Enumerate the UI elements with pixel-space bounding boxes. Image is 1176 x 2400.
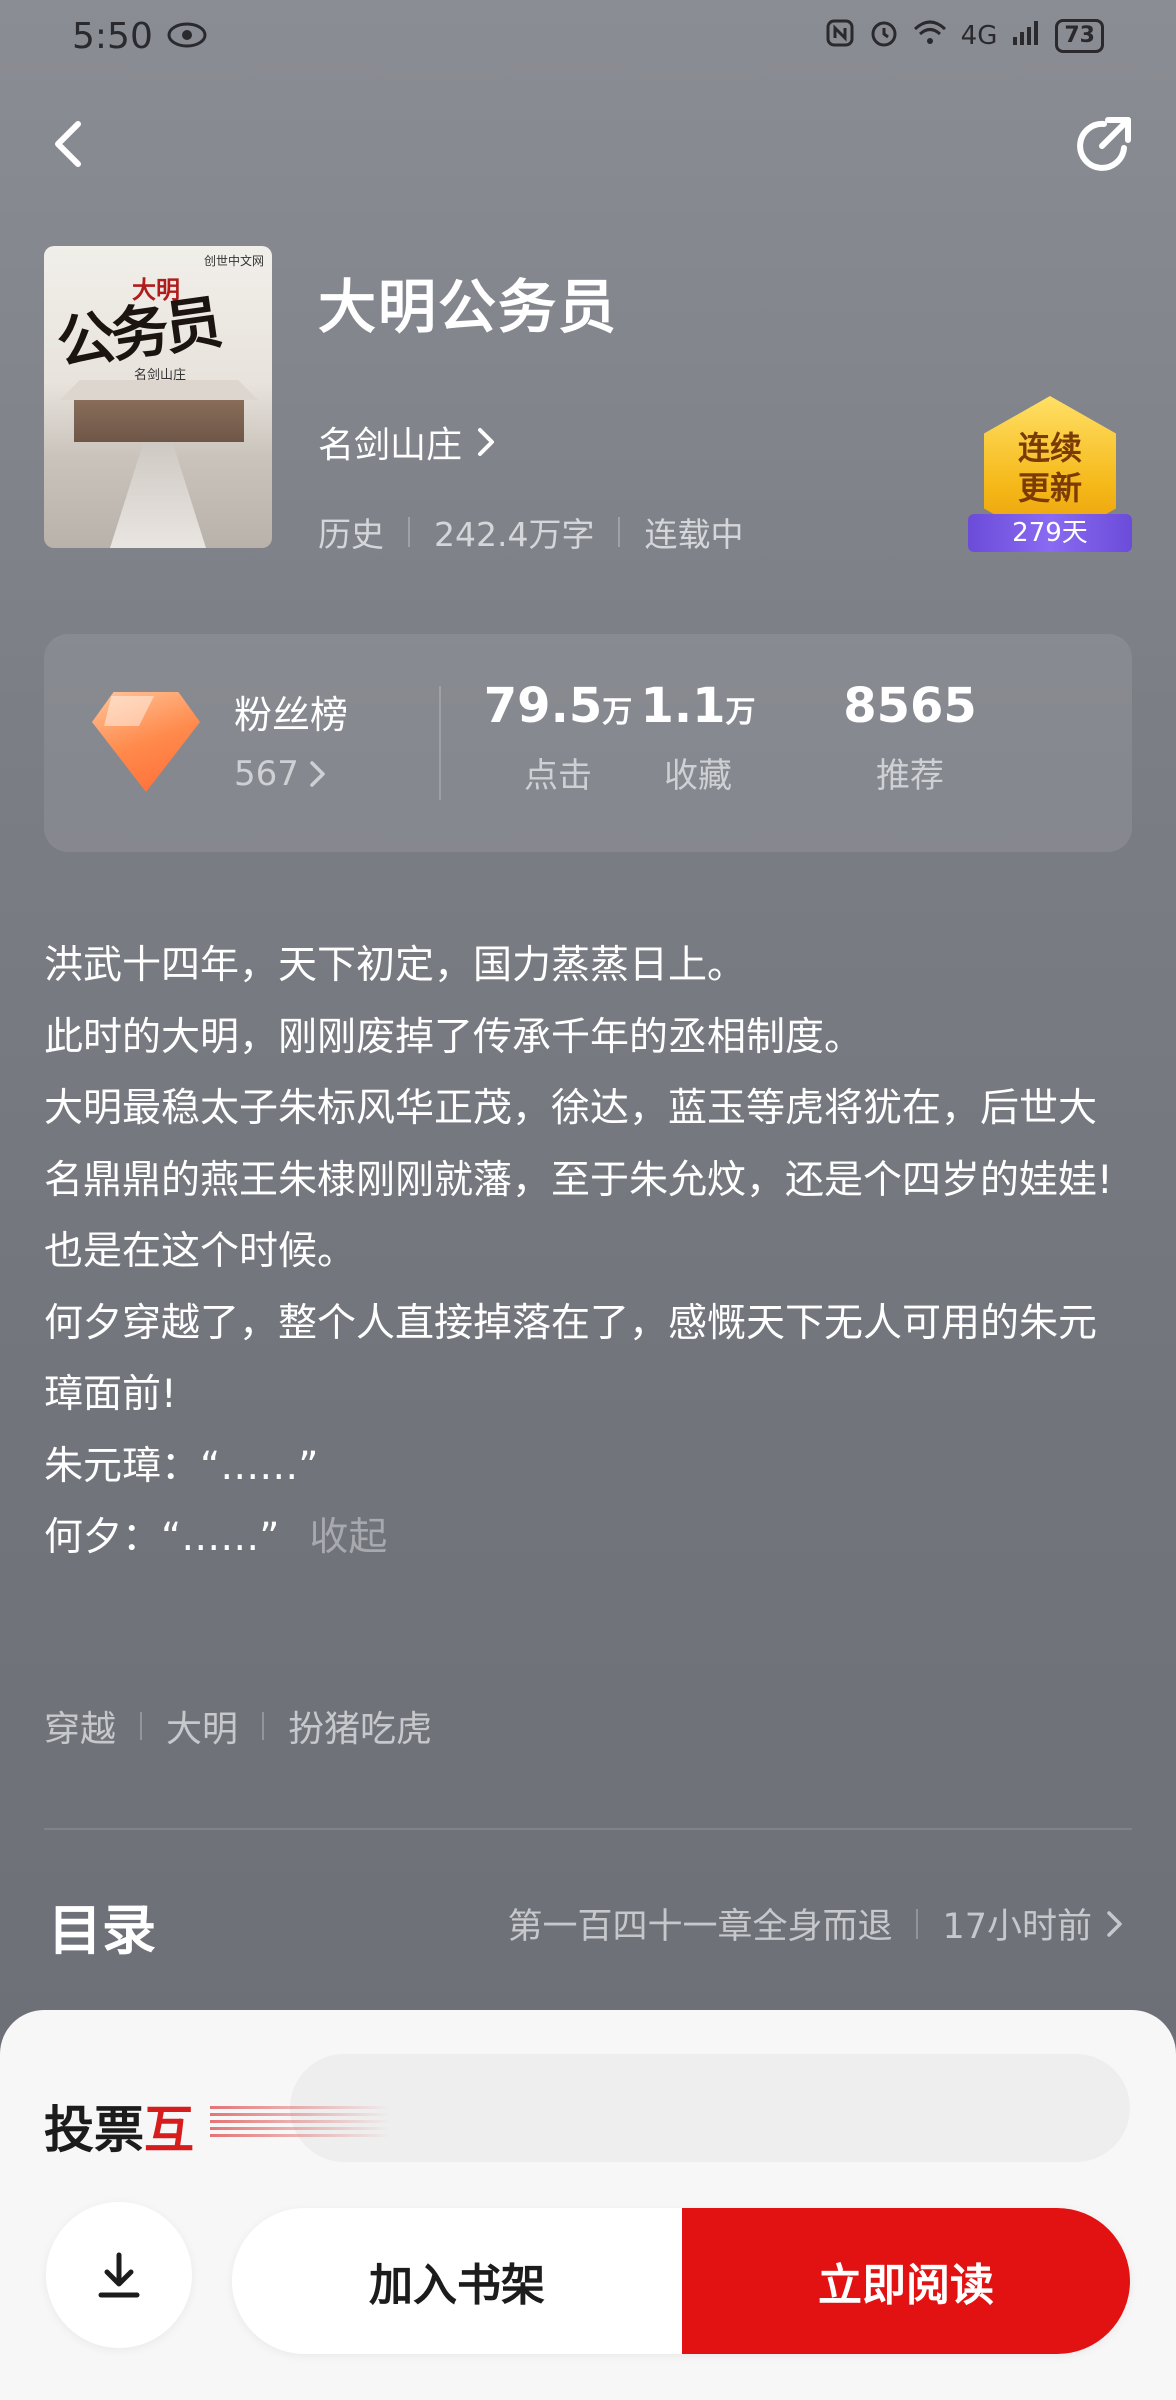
- badge-days: 279天: [968, 514, 1132, 552]
- synopsis-line: 洪武十四年，天下初定，国力蒸蒸日上。: [44, 943, 747, 988]
- back-button[interactable]: [40, 114, 100, 174]
- battery-indicator: 73: [1055, 19, 1104, 53]
- favorites-unit: 万: [725, 695, 756, 730]
- synopsis-line: 大明最稳太子朱标风华正茂，徐达，蓝玉等虎将犹在，后世大名鼎鼎的燕王朱棣刚刚就藩，…: [44, 1086, 1113, 1203]
- chevron-right-icon: [478, 428, 495, 456]
- stat-favorites: 1.1万 收藏: [598, 678, 798, 797]
- author-name: 名剑山庄: [318, 425, 463, 466]
- tag-item[interactable]: 穿越: [44, 1700, 116, 1752]
- chevron-right-icon: [310, 761, 325, 787]
- vote-label[interactable]: 投票互: [44, 2090, 194, 2162]
- tag-divider: [262, 1712, 265, 1740]
- tag-item[interactable]: 大明: [166, 1700, 238, 1752]
- download-button[interactable]: [46, 2202, 192, 2348]
- book-status: 连载中: [644, 515, 744, 554]
- tag-divider: [140, 1712, 143, 1740]
- badge-line2: 更新: [1017, 469, 1082, 507]
- signal-icon: [1011, 19, 1041, 54]
- cover-palace-illustration: [74, 396, 244, 442]
- stat-recommends: 8565 推荐: [810, 678, 1010, 797]
- download-icon: [98, 2252, 140, 2298]
- toc-latest-chapter[interactable]: 第一百四十一章全身而退 17小时前: [507, 1898, 1132, 1949]
- meta-divider: [618, 517, 621, 547]
- chevron-left-icon: [55, 121, 81, 167]
- network-type: 4G: [960, 21, 998, 51]
- synopsis-line: 此时的大明，刚刚废掉了传承千年的丞相制度。: [44, 1014, 864, 1060]
- author-link[interactable]: 名剑山庄: [318, 416, 498, 468]
- stat-recommends-label: 推荐: [876, 756, 944, 796]
- vote-progress-track[interactable]: [290, 2054, 1130, 2162]
- share-icon: [1077, 117, 1131, 171]
- cover-publisher: 创世中文网: [203, 254, 264, 268]
- add-to-shelf-button[interactable]: 加入书架: [232, 2208, 682, 2354]
- tag-list: 穿越 大明 扮猪吃虎: [44, 1700, 432, 1752]
- book-meta: 历史 242.4万字 连载中: [318, 508, 743, 556]
- stats-divider: [439, 686, 441, 800]
- wifi-icon: [913, 19, 947, 54]
- latest-chapter-title: 第一百四十一章全身而退: [507, 1907, 893, 1947]
- tag-item[interactable]: 扮猪吃虎: [288, 1700, 432, 1752]
- synopsis-line: 也是在这个时候。: [44, 1229, 357, 1274]
- fans-ranking-link[interactable]: 567: [234, 754, 329, 794]
- book-synopsis: 洪武十四年，天下初定，国力蒸蒸日上。 此时的大明，刚刚废掉了传承千年的丞相制度。…: [44, 930, 1134, 1574]
- clicks-number: 79.5: [483, 678, 603, 734]
- book-cover[interactable]: 创世中文网 大明 公务员 名剑山庄: [44, 246, 272, 548]
- book-title: 大明公务员: [318, 273, 619, 341]
- book-word-count: 242.4万字: [434, 515, 595, 554]
- status-time: 5:50: [72, 15, 153, 57]
- cover-steps-illustration: [110, 442, 206, 548]
- synopsis-line: 何夕穿越了，整个人直接掉落在了，感慨天下无人可用的朱元璋面前!: [44, 1300, 1098, 1418]
- badge-line1: 连续: [1017, 429, 1082, 467]
- book-category: 历史: [318, 515, 384, 554]
- meta-divider: [408, 517, 410, 547]
- stats-card: 粉丝榜 567 79.5万 点击 1.1万 收藏 8565 推荐: [44, 634, 1132, 852]
- synopsis-line: 朱元璋：“……”: [44, 1443, 319, 1489]
- collapse-button[interactable]: 收起: [309, 1515, 387, 1560]
- section-divider: [44, 1828, 1132, 1830]
- toc-divider: [916, 1908, 919, 1939]
- favorites-number: 1.1: [640, 678, 726, 734]
- latest-chapter-time: 17小时前: [942, 1907, 1092, 1947]
- alarm-icon: [869, 18, 899, 55]
- share-button[interactable]: [1072, 114, 1136, 178]
- synopsis-line: 何夕：“……”: [44, 1515, 280, 1560]
- status-right: 4G 73: [825, 18, 1104, 55]
- nfc-icon: [825, 18, 855, 55]
- update-streak-badge: 连续 更新 279天: [968, 396, 1132, 566]
- stat-recommends-value: 8565: [843, 678, 977, 734]
- chevron-right-icon: [1107, 1910, 1122, 1937]
- primary-actions: 加入书架 立即阅读: [232, 2208, 1130, 2354]
- fans-rank-value: 567: [234, 754, 299, 794]
- stat-favorites-label: 收藏: [664, 756, 732, 796]
- fans-ranking-label[interactable]: 粉丝榜: [234, 684, 348, 739]
- badge-text: 连续 更新: [968, 428, 1132, 508]
- toc-title: 目录: [48, 1899, 156, 1962]
- vote-label-main: 投票: [44, 2100, 144, 2159]
- book-header: 创世中文网 大明 公务员 名剑山庄 大明公务员 名剑山庄 历史 242.4万字 …: [44, 246, 1134, 556]
- table-of-contents-row[interactable]: 目录 第一百四十一章全身而退 17小时前: [44, 1886, 1132, 1962]
- stat-favorites-value: 1.1万: [598, 678, 798, 734]
- vote-label-accent: 互: [144, 2100, 194, 2159]
- read-now-button[interactable]: 立即阅读: [682, 2208, 1130, 2354]
- vote-streak-decoration: [210, 2106, 390, 2140]
- status-left: 5:50: [72, 16, 207, 57]
- synopsis-last-line: 何夕：“……” 收起: [44, 1502, 1134, 1574]
- nav-bar: [0, 110, 1176, 180]
- eye-icon: [167, 16, 207, 57]
- status-bar: 5:50 4G 73: [0, 0, 1176, 72]
